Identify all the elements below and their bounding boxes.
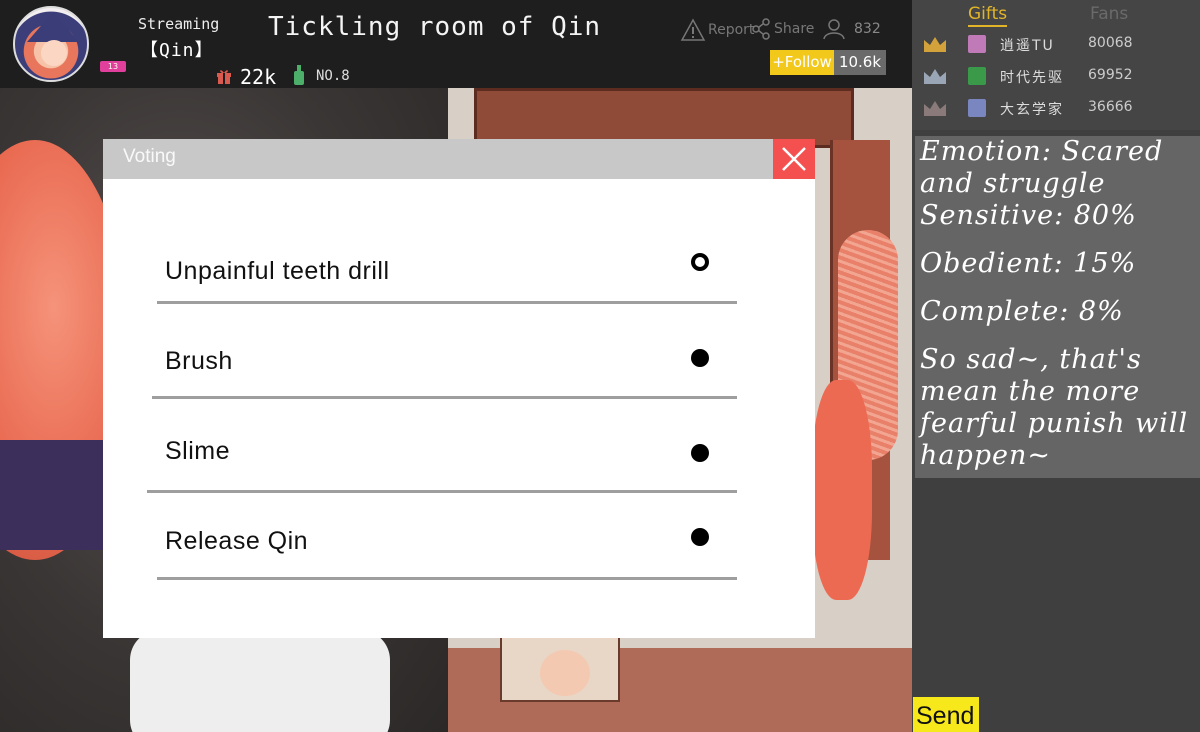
share-label: Share [774,21,815,37]
viewer-count: 832 [854,21,881,37]
vote-option-divider [157,577,737,580]
gift-icon [217,70,231,84]
leaderboard: Gifts Fans 逍遥TU 80068 时代先驱 69952 大玄学家 36… [912,0,1200,130]
chat-messages: Emotion: Scared and struggle Sensitive: … [915,136,1200,472]
chat-line-obedient: Obedient: 15% [920,248,1137,279]
stream-title: Tickling room of Qin [268,12,602,42]
follow-button[interactable]: +Follow [770,50,834,75]
voting-title: Voting [123,146,176,167]
tab-fans[interactable]: Fans [1090,4,1128,24]
leaderboard-username: 逍遥TU [1000,38,1055,54]
close-icon [782,147,806,171]
character-hair-right [812,380,872,600]
tin-character-face [540,650,590,696]
bottle-icon [294,65,304,85]
vote-option[interactable]: Release Qin [103,509,815,599]
vote-radio[interactable] [691,444,709,462]
report-label: Report [708,22,755,38]
character-dress [0,440,110,550]
witch-hat-shape [27,12,79,42]
chat-input[interactable] [979,697,1200,732]
bronze-crown-icon [924,101,946,116]
level-badge: 13 [100,61,126,72]
leaderboard-row[interactable]: 逍遥TU 80068 [912,32,1200,62]
avatar-face-shape [41,40,67,66]
voting-dialog: Voting Unpainful teeth drill Brush Slime… [103,139,815,638]
streamer-avatar[interactable] [13,6,89,82]
vote-option[interactable]: Slime [103,419,815,509]
chat-line-sensitive: Sensitive: 80% [920,200,1137,231]
vote-radio-selected[interactable] [691,253,709,271]
sheet-prop [130,630,390,732]
warning-icon [680,18,706,41]
leaderboard-score: 36666 [1088,99,1133,115]
vote-radio[interactable] [691,528,709,546]
avatar [968,99,986,117]
streaming-label: Streaming [138,15,220,33]
vote-option-divider [147,490,737,493]
android-icon [968,67,986,85]
vote-option[interactable]: Brush [103,329,815,419]
gift-count: 22k [240,65,277,89]
vote-option-label: Slime [165,437,231,465]
side-panel: Gifts Fans 逍遥TU 80068 时代先驱 69952 大玄学家 36… [912,0,1200,732]
vote-option-divider [157,301,737,304]
leaderboard-username: 大玄学家 [1000,102,1064,118]
gold-crown-icon [924,37,946,52]
avatar [968,35,986,53]
user-icon [823,19,845,40]
close-button[interactable] [773,139,815,179]
tab-gifts[interactable]: Gifts [968,4,1008,27]
chat-line-emotion: Emotion: Scared and struggle [920,136,1164,199]
report-button[interactable]: Report [680,18,754,42]
rank-label: NO.8 [316,68,350,84]
voting-header: Voting [103,139,815,179]
vote-radio[interactable] [691,349,709,367]
send-button[interactable]: Send [913,697,979,732]
leaderboard-row[interactable]: 大玄学家 36666 [912,96,1200,126]
chat-line-message: So sad~, that's mean the more fearful pu… [920,344,1189,471]
stream-header: 13 Streaming 【Qin】 22k NO.8 Tickling roo… [0,0,912,89]
vote-option-label: Release Qin [165,527,309,555]
leaderboard-row[interactable]: 时代先驱 69952 [912,64,1200,94]
vote-option-label: Brush [165,347,233,375]
share-icon [752,18,770,40]
host-name: 【Qin】 [140,40,214,61]
silver-crown-icon [924,69,946,84]
viewer-count-group: 832 [822,18,881,40]
vote-option-label: Unpainful teeth drill [165,257,390,285]
leaderboard-score: 69952 [1088,67,1133,83]
vote-option-divider [152,396,737,399]
chat-line-complete: Complete: 8% [920,296,1124,327]
leaderboard-score: 80068 [1088,35,1133,51]
leaderboard-username: 时代先驱 [1000,70,1064,86]
vote-option[interactable]: Unpainful teeth drill [103,239,815,329]
chat-message-panel: Emotion: Scared and struggle Sensitive: … [915,136,1200,478]
follower-count: 10.6k [834,50,886,75]
share-button[interactable]: Share [752,18,814,40]
